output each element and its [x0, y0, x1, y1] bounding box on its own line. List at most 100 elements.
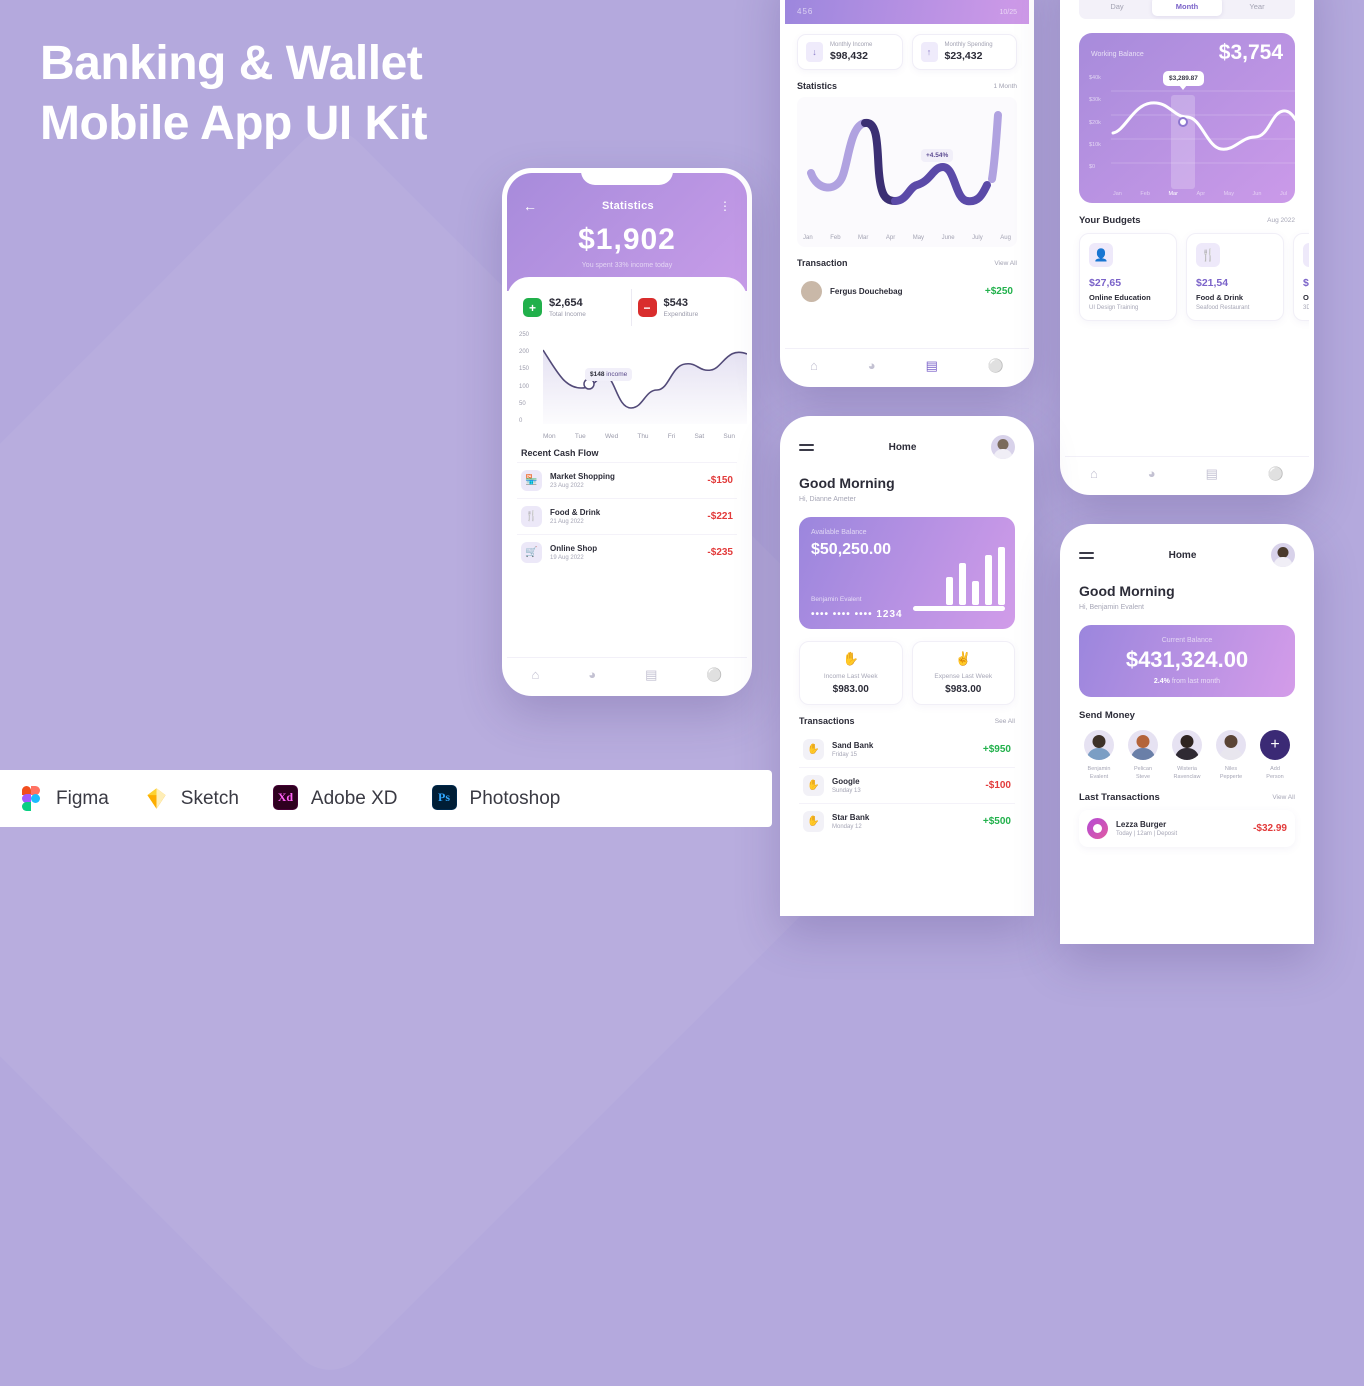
table-row[interactable]: ✋ Star Bank Monday 12 +$500 [799, 803, 1015, 839]
budgets-title: Your Budgets [1079, 215, 1141, 226]
transaction-name: Online Shop [550, 544, 598, 553]
hamburger-menu-icon[interactable] [799, 443, 814, 451]
nav-chart-icon[interactable]: ◕ [1148, 466, 1156, 481]
cart-icon: 🛒 [521, 542, 542, 563]
last-transactions-header: Last Transactions View All [1079, 792, 1295, 803]
software-label-adobe-xd: Adobe XD [310, 787, 398, 809]
budgets-section: Your Budgets Aug 2022 👤 $27,65 Online Ed… [1065, 203, 1309, 321]
send-money-title: Send Money [1079, 710, 1135, 721]
transaction-date: Friday 15 [832, 752, 858, 758]
balance-delta: 2.4% from last month [1154, 678, 1220, 685]
weekly-summary-row: ✋ Income Last Week $983.00 ✌ Expense Las… [785, 629, 1029, 705]
burger-brand-icon [1087, 818, 1108, 839]
list-item[interactable]: Niles Pepperte [1211, 730, 1251, 781]
balance-label: Current Balance [1161, 637, 1213, 644]
budgets-header: Your Budgets Aug 2022 [1079, 215, 1295, 226]
stat-card-expenditure: − $543 Expenditure [630, 289, 738, 326]
period-tabs: Day Month Year [1079, 0, 1295, 19]
chart-x-axis: Jan Feb Mar Apr May Jun Jul [1113, 191, 1287, 197]
list-item[interactable]: Pelican Steve [1123, 730, 1163, 781]
budget-cards: 👤 $27,65 Online Education UI Design Trai… [1079, 233, 1309, 321]
avatar[interactable] [1270, 543, 1295, 567]
statistics-header: ← Statistics ⋮ $1,902 You spent 33% inco… [507, 173, 747, 291]
table-row[interactable]: ✋ Google Sunday 13 -$100 [799, 767, 1015, 803]
nav-chart-icon[interactable]: ◕ [868, 358, 876, 373]
statistics-filter[interactable]: 1 Month [994, 83, 1018, 90]
tab-day[interactable]: Day [1082, 0, 1152, 16]
nav-profile-icon[interactable]: ⚪ [988, 358, 1004, 374]
list-item[interactable]: Wisteria Ravenclaw [1167, 730, 1207, 781]
tab-year[interactable]: Year [1222, 0, 1292, 16]
card-bar-baseline [913, 606, 1005, 611]
balance-label: Available Balance [811, 529, 867, 536]
sketch-icon [143, 785, 170, 812]
monthly-summary-row: ↓ Monthly Income $98,432 ↑ Monthly Spend… [797, 34, 1017, 70]
nav-home-icon[interactable]: ⌂ [1090, 466, 1098, 481]
budgets-filter[interactable]: Aug 2022 [1267, 217, 1295, 224]
phone-notch [581, 173, 673, 185]
recent-cash-flow-title: Recent Cash Flow [521, 448, 599, 458]
credit-card-partial: 456 10/25 [785, 0, 1029, 24]
contact-name: Wisteria Ravenclaw [1173, 766, 1201, 780]
table-row[interactable]: ✋ Sand Bank Friday 15 +$950 [799, 732, 1015, 767]
monthly-income-value: $98,432 [830, 50, 868, 62]
expense-hand-icon: ✌ [955, 651, 972, 666]
hamburger-menu-icon[interactable] [1079, 551, 1094, 559]
statistics-section-header: Statistics 1 Month [797, 70, 1017, 97]
total-income-value: $2,654 [549, 297, 583, 309]
view-all-link[interactable]: View All [994, 260, 1017, 267]
income-hand-icon: ✋ [842, 651, 859, 666]
table-row[interactable]: 🛒 Online Shop 19 Aug 2022 -$235 [517, 534, 737, 570]
see-all-link[interactable]: See All [995, 718, 1015, 725]
table-row[interactable]: Lezza Burger Today | 12am | Deposit -$32… [1079, 810, 1295, 847]
add-person-button[interactable]: + Add Person [1255, 730, 1295, 781]
table-row[interactable]: Fergus Douchebag +$250 [797, 274, 1017, 309]
nav-profile-icon[interactable]: ⚪ [706, 667, 722, 683]
avatar[interactable] [990, 435, 1015, 459]
transaction-name: Market Shopping [550, 472, 615, 481]
income-last-week-label: Income Last Week [823, 673, 878, 680]
kebab-menu-icon[interactable]: ⋮ [719, 200, 731, 212]
figma-icon [18, 785, 45, 812]
phone-details-screen: ← Details ⋮ Day Month Year Working Balan… [1060, 0, 1314, 495]
nav-card-icon[interactable]: ▤ [645, 667, 657, 683]
list-item[interactable]: 👤 $27,65 Online Education UI Design Trai… [1079, 233, 1177, 321]
transaction-amount: -$32.99 [1253, 823, 1287, 834]
statistics-subtitle: You spent 33% income today [581, 262, 673, 269]
budget-name: Online Education [1089, 293, 1151, 302]
view-all-link[interactable]: View All [1272, 794, 1295, 801]
page-title: Home [888, 441, 917, 453]
transactions-section-header: Transactions See All [799, 705, 1015, 732]
nav-home-icon[interactable]: ⌂ [810, 358, 818, 373]
balance-amount: $431,324.00 [1125, 647, 1249, 672]
income-icon: ↓ [806, 42, 823, 62]
transaction-section-header: Transaction View All [797, 247, 1017, 274]
plus-icon: + [523, 298, 542, 317]
available-balance-card: Available Balance $50,250.00 Benjamin Ev… [799, 517, 1015, 629]
income-last-week-value: $983.00 [832, 684, 869, 695]
software-label-photoshop: Photoshop [469, 787, 561, 809]
nav-card-icon[interactable]: ▤ [1206, 466, 1218, 482]
nav-chart-icon[interactable]: ◕ [588, 667, 596, 682]
transaction-date: Sunday 13 [832, 788, 861, 794]
tab-month[interactable]: Month [1152, 0, 1222, 16]
current-balance-card: Current Balance $431,324.00 2.4% from la… [1079, 625, 1295, 697]
expense-last-week-value: $983.00 [945, 684, 982, 695]
software-label-sketch: Sketch [180, 787, 239, 809]
phone-home-screen-dianne: Home Good Morning Hi, Dianne Ameter Avai… [780, 416, 1034, 916]
photoshop-icon: Ps [431, 785, 459, 812]
back-arrow-icon[interactable]: ← [523, 199, 537, 213]
table-row[interactable]: 🍴 Food & Drink 21 Aug 2022 -$221 [517, 498, 737, 534]
nav-profile-icon[interactable]: ⚪ [1268, 466, 1284, 482]
table-row[interactable]: 🏪 Market Shopping 23 Aug 2022 -$150 [517, 462, 737, 498]
bottom-navigation: ⌂ ◕ ▤ ⚪ [785, 348, 1029, 382]
list-item[interactable]: 🍴 $21,54 Food & Drink Seafood Restaurant [1186, 233, 1284, 321]
list-item[interactable]: 👤 $12, Onlin 3D De [1293, 233, 1309, 321]
tooltip-label: income [606, 371, 628, 378]
nav-card-icon[interactable]: ▤ [926, 358, 938, 374]
nav-home-icon[interactable]: ⌂ [531, 667, 539, 682]
list-item[interactable]: Benjamin Evalent [1079, 730, 1119, 781]
cutlery-icon: 🍴 [1196, 243, 1220, 267]
expense-last-week-label: Expense Last Week [934, 673, 993, 680]
page-title: Statistics [602, 200, 654, 212]
